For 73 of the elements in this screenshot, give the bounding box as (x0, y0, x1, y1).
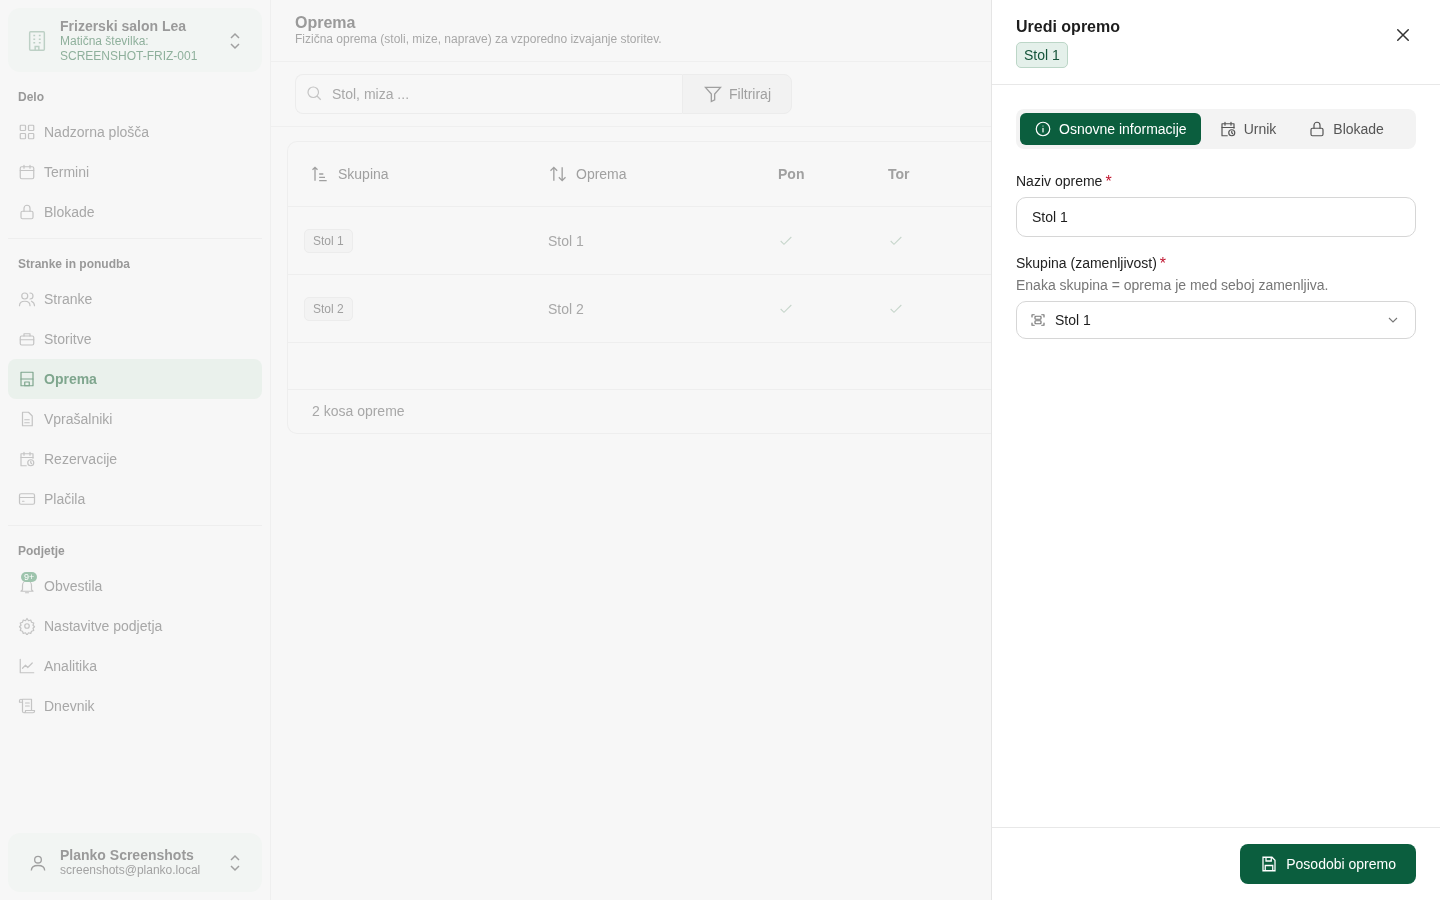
group-icon (1029, 311, 1047, 329)
nav-item[interactable]: Dnevnik (8, 686, 262, 726)
name-input[interactable]: Stol 1 (1016, 197, 1416, 237)
calendarclock-icon (18, 450, 36, 468)
organization-switcher[interactable]: Frizerski salon Lea Matična številka: SCREENSHOT-FRIZ-001 (8, 8, 262, 72)
nav-item[interactable]: Storitve (8, 319, 262, 359)
required-mark: * (1105, 173, 1112, 191)
group-tag: Stol 2 (304, 296, 353, 321)
section-title: Stranke in ponudba (17, 256, 131, 273)
tab[interactable]: Urnik (1204, 113, 1291, 145)
nav-item[interactable]: Oprema (8, 359, 262, 399)
scroll-icon (18, 697, 36, 715)
table-cell: Stol 1 (548, 232, 584, 249)
chevrons-icon (228, 853, 242, 872)
column-header[interactable]: Skupina (288, 164, 518, 184)
group-tag: Stol 1 (304, 228, 353, 253)
page-subtitle: Fizična oprema (stoli, mize, naprave) za vzporedno izvajanje storitev. (295, 32, 663, 46)
tab[interactable]: Osnovne informacije (1020, 113, 1201, 145)
filter-button[interactable]: Filtriraj (682, 74, 792, 114)
organization-name: Frizerski salon Lea (60, 18, 188, 34)
field-hint: Enaka skupina = oprema je med seboj zamenljiva. (1016, 277, 1330, 293)
chart-icon (18, 657, 36, 675)
column-header[interactable]: Oprema (518, 164, 756, 184)
chevrons-icon (228, 32, 242, 50)
briefcase-icon (18, 330, 36, 348)
user-name: Planko Screenshots (60, 847, 195, 863)
organization-id: SCREENSHOT-FRIZ-001 (60, 49, 199, 64)
organization-id-label: Matična številka: (60, 34, 150, 49)
user-email: screenshots@planko.local (60, 863, 202, 878)
users-icon (18, 290, 36, 308)
nav-item[interactable]: Termini (8, 152, 262, 192)
tab[interactable]: Blokade (1294, 113, 1398, 145)
nav-item[interactable]: 9+ Obvestila (8, 566, 262, 606)
calendar-icon (18, 163, 36, 181)
row-count: 2 kosa opreme (312, 403, 405, 419)
gear-icon (18, 617, 36, 635)
nav-item[interactable]: Analitika (8, 646, 262, 686)
dashboard-icon (18, 123, 36, 141)
sort-ascending-icon (310, 164, 330, 184)
close-icon (1394, 26, 1412, 44)
card-icon (18, 490, 36, 508)
group-select[interactable]: Stol 1 (1016, 301, 1416, 339)
equipment-icon (18, 370, 36, 388)
building-icon (26, 30, 48, 52)
lock-icon (1308, 120, 1327, 138)
filter-icon (703, 84, 723, 104)
column-header[interactable]: Tor (866, 166, 976, 182)
section-title: Podjetje (17, 543, 66, 560)
column-header[interactable]: Pon (756, 166, 866, 182)
info-icon (1034, 120, 1052, 138)
page-title: Oprema (295, 14, 357, 32)
panel-title: Uredi opremo (1016, 18, 1120, 36)
sort-icon (548, 164, 568, 184)
table-cell: Stol 2 (548, 300, 584, 317)
nav-item[interactable]: Stranke (8, 279, 262, 319)
required-mark: * (1159, 255, 1167, 273)
nav-item[interactable]: Vprašalniki (8, 399, 262, 439)
field-label: Skupina (zamenljivost) (1016, 255, 1157, 271)
nav-item[interactable]: Nastavitve podjetja (8, 606, 262, 646)
search-field[interactable]: Stol, miza ... (295, 74, 682, 114)
save-icon (1260, 855, 1279, 873)
nav-item[interactable]: Nadzorna plošča (8, 112, 262, 152)
nav-item[interactable]: Rezervacije (8, 439, 262, 479)
equipment-badge: Stol 1 (1016, 42, 1068, 68)
nav-item[interactable]: Plačila (8, 479, 262, 519)
notification-badge: 9+ (21, 572, 38, 582)
section-title: Delo (17, 89, 45, 106)
update-button[interactable]: Posodobi opremo (1240, 844, 1416, 884)
field-label: Naziv opreme (1016, 173, 1103, 189)
lock-icon (18, 203, 36, 221)
nav-item[interactable]: Blokade (8, 192, 262, 232)
user-menu[interactable]: Planko Screenshots screenshots@planko.local (8, 833, 262, 892)
calendar-clock-icon (1218, 120, 1237, 138)
